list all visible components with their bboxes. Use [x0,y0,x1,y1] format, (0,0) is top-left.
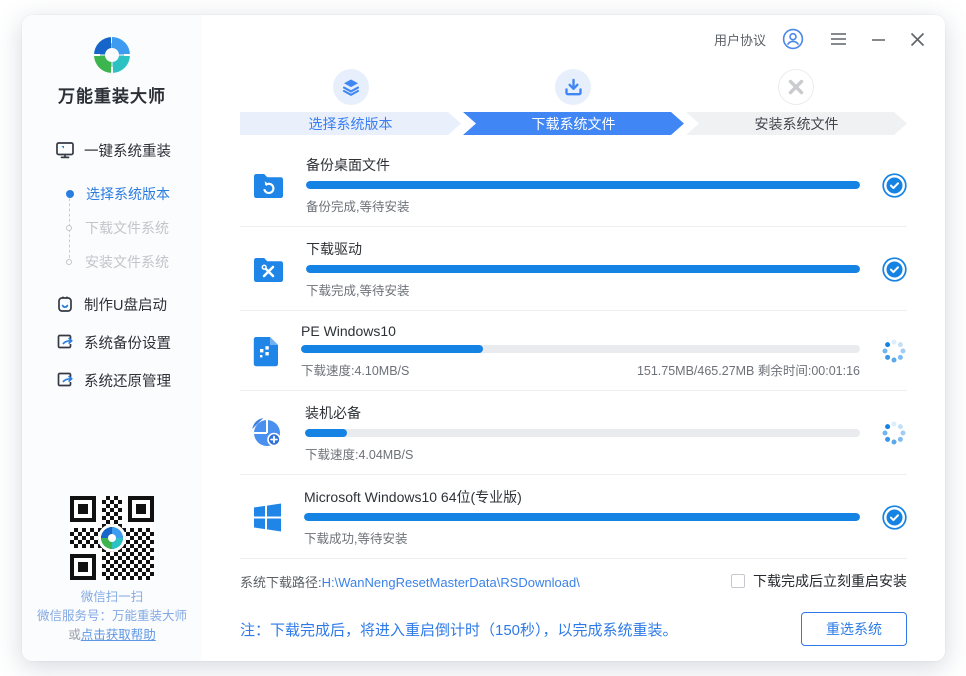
qr-finder-icon [70,496,96,522]
loading-spinner-icon [881,420,907,446]
get-help-link[interactable]: 点击获取帮助 [81,628,156,642]
sidebar-item-backup-settings[interactable]: 系统备份设置 [22,331,202,353]
download-row-backup-desktop: 备份桌面文件 备份完成,等待安装 [240,143,907,227]
brand-block: 万能重装大师 [22,37,202,107]
download-path-link[interactable]: H:\WanNengResetMasterData\RSDownload\ [322,575,580,590]
layers-icon [341,77,361,97]
sidebar-nav: 一键系统重装 选择系统版本 下载文件系统 安装文件系统 制作U盘启动 [22,139,202,407]
stage-tab-choose-version[interactable]: 选择系统版本 [240,112,461,135]
user-agreement-link[interactable]: 用户协议 [714,30,766,49]
export-box-icon [55,332,75,352]
check-circle-icon [881,505,907,530]
download-item-title: Microsoft Windows10 64位(专业版) [304,487,860,507]
qr-finder-icon [128,496,154,522]
status-text: 下载成功,等待安装 [304,528,407,547]
restart-checkbox-label: 下载完成后立刻重启安装 [753,571,907,591]
step-bullet-icon [66,225,72,231]
usb-drive-icon [55,294,75,314]
substep-download-files[interactable]: 下载文件系统 [66,211,202,245]
menu-icon[interactable] [830,32,847,46]
folder-tools-icon [252,254,285,284]
download-item-title: 下载驱动 [306,239,860,259]
download-stage-icon [555,69,591,105]
step-bullet-icon [66,190,74,198]
progress-track [305,429,860,437]
download-path-row: 系统下载路径:H:\WanNengResetMasterData\RSDownl… [240,571,907,591]
progress-track [304,513,860,521]
windows-logo-icon [252,502,283,533]
download-item-title: 装机必备 [305,403,860,423]
qr-finder-icon [70,554,96,580]
export-box-icon [55,370,75,390]
download-icon [564,78,583,97]
status-text: 下载速度:4.10MB/S [301,360,409,379]
check-circle-icon [881,173,907,198]
progress-fill [305,429,347,437]
download-list: 备份桌面文件 备份完成,等待安装 下载驱动 下载完成,等待安装 [240,143,907,559]
restart-checkbox[interactable] [731,574,745,588]
check-circle-icon [881,257,907,282]
stage-icons-row [202,69,945,105]
sidebar-item-usb-boot[interactable]: 制作U盘启动 [22,293,202,315]
user-avatar-icon[interactable] [782,28,804,50]
progress-track [306,181,860,189]
restart-after-download-option[interactable]: 下载完成后立刻重启安装 [731,571,907,591]
wechat-qr-code [70,496,154,580]
wechat-account-text: 微信服务号：万能重装大师 [37,607,187,626]
substep-choose-version[interactable]: 选择系统版本 [66,177,202,211]
progress-fill [306,181,860,189]
app-window: 万能重装大师 一键系统重装 选择系统版本 下载文件系统 安装文件系统 [22,15,945,661]
pe-file-icon [252,335,280,367]
progress-fill [301,345,483,353]
folder-refresh-icon [252,170,285,200]
download-item-title: PE Windows10 [301,323,860,339]
progress-fill [306,265,860,273]
download-row-driver: 下载驱动 下载完成,等待安装 [240,227,907,311]
download-row-pe-windows10: PE Windows10 下载速度:4.10MB/S 151.75MB/465.2… [240,311,907,391]
reselect-system-button[interactable]: 重选系统 [801,612,907,646]
main-panel: 用户协议 选择系统版本 [202,15,945,661]
status-detail: 151.75MB/465.27MB 剩余时间:00:01:16 [637,360,860,379]
titlebar: 用户协议 [202,15,945,49]
loading-spinner-icon [881,338,907,364]
app-title: 万能重装大师 [58,82,166,107]
download-item-title: 备份桌面文件 [306,155,860,175]
download-row-windows10: Microsoft Windows10 64位(专业版) 下载成功,等待安装 [240,475,907,559]
step-bullet-icon [66,259,72,265]
close-icon[interactable] [910,32,925,47]
footer-row: 注：下载完成后，将进入重启倒计时（150秒），以完成系统重装。 重选系统 [202,612,945,661]
wechat-block: 微信扫一扫 微信服务号：万能重装大师 或点击获取帮助 [22,496,202,661]
download-row-essentials: 装机必备 下载速度:4.04MB/S [240,391,907,475]
sidebar-item-label: 系统备份设置 [84,332,171,353]
qr-center-logo-icon [101,527,123,549]
install-stage-icon [778,69,814,105]
progress-fill [304,513,860,521]
help-line: 或点击获取帮助 [68,626,156,645]
pie-plus-icon [252,418,284,448]
download-path: 系统下载路径:H:\WanNengResetMasterData\RSDownl… [240,572,580,591]
minimize-icon[interactable] [871,32,886,46]
sidebar-item-label: 一键系统重装 [84,140,171,161]
sidebar-substeps: 选择系统版本 下载文件系统 安装文件系统 [22,177,202,279]
wechat-scan-text: 微信扫一扫 [81,588,144,607]
stage-tab-install-files[interactable]: 安装系统文件 [686,112,907,135]
sidebar-item-one-key-reinstall[interactable]: 一键系统重装 [22,139,202,161]
substep-install-files[interactable]: 安装文件系统 [66,245,202,279]
sidebar-item-label: 制作U盘启动 [84,294,167,315]
status-text: 下载速度:4.04MB/S [305,444,413,463]
status-text: 下载完成,等待安装 [306,280,409,299]
sidebar-item-label: 系统还原管理 [84,370,171,391]
monitor-icon [55,140,75,160]
app-logo-icon [94,37,130,73]
sidebar: 万能重装大师 一键系统重装 选择系统版本 下载文件系统 安装文件系统 [22,15,202,661]
tools-icon [787,78,805,96]
sidebar-item-restore-management[interactable]: 系统还原管理 [22,369,202,391]
choose-version-stage-icon [333,69,369,105]
stage-progress-bar: 选择系统版本 下载系统文件 安装系统文件 [202,112,945,135]
stage-tab-download-files[interactable]: 下载系统文件 [463,112,684,135]
progress-track [306,265,860,273]
progress-track [301,345,860,353]
restart-countdown-note: 注：下载完成后，将进入重启倒计时（150秒），以完成系统重装。 [240,619,678,640]
status-text: 备份完成,等待安装 [306,196,409,215]
